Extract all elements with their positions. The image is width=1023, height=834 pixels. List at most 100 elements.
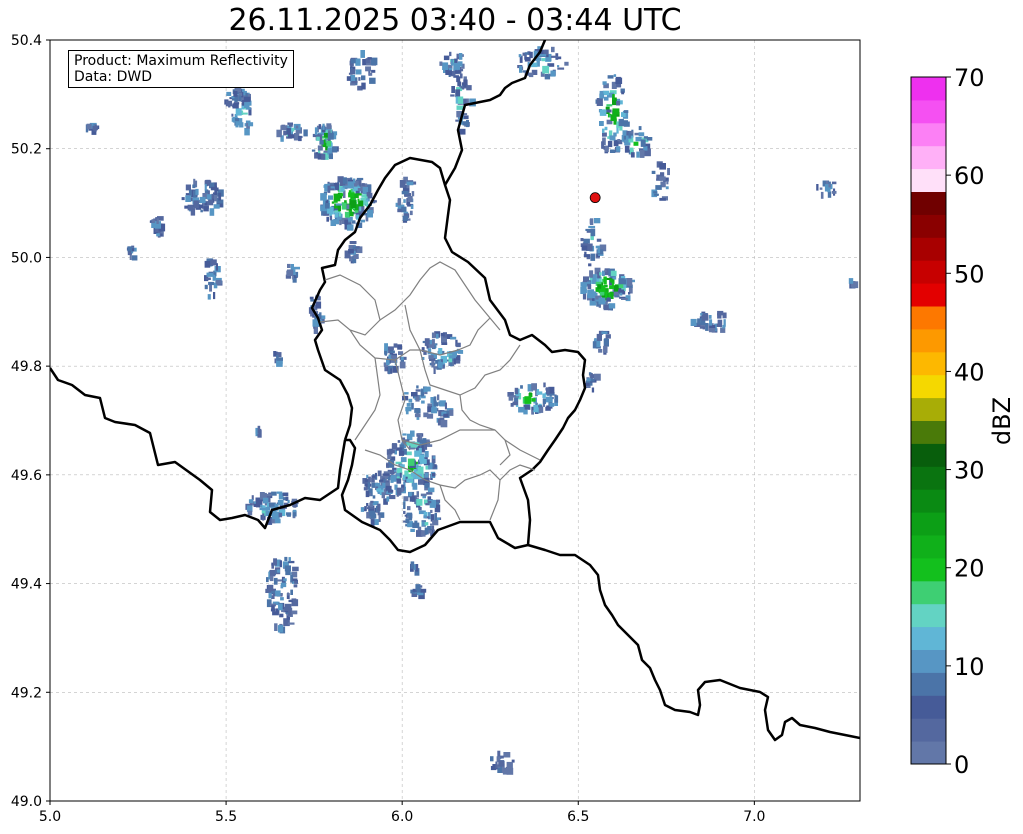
echo-pixel (410, 444, 418, 448)
echo-pixel (406, 451, 412, 456)
echo-pixel (341, 202, 348, 210)
echo-pixel (427, 487, 435, 493)
echo-pixel (278, 512, 283, 518)
echo-pixel (388, 495, 396, 500)
echo-pixel (283, 578, 287, 582)
echo-pixel (462, 121, 469, 126)
echo-pixel (348, 249, 354, 254)
echo-pixel (519, 66, 522, 73)
echo-pixel (717, 319, 723, 325)
colorbar-tick-label: 50 (954, 260, 985, 288)
echo-pixel (131, 255, 138, 261)
echo-pixel (204, 284, 208, 290)
echo-pixel (533, 404, 539, 413)
echo-pixel (357, 187, 362, 192)
echo-pixel (596, 333, 602, 341)
echo-pixel (623, 110, 629, 113)
echo-pixel (816, 184, 819, 191)
echo-pixel (451, 59, 454, 66)
echo-pixel (506, 761, 513, 770)
echo-pixel (547, 58, 552, 61)
echo-pixel (585, 228, 591, 231)
echo-pixel (342, 185, 349, 188)
echo-pixel (284, 556, 288, 562)
echo-pixel (368, 476, 371, 483)
echo-pixel (233, 91, 238, 97)
echo-pixel (543, 398, 546, 404)
echo-pixel (259, 507, 266, 511)
echo-pixel (592, 341, 597, 349)
echo-pixel (271, 511, 279, 520)
echo-pixel (587, 293, 593, 299)
echo-pixel (528, 72, 534, 78)
echo-pixel (208, 281, 215, 286)
echo-pixel (288, 134, 295, 139)
echo-pixel (269, 569, 276, 577)
echo-pixel (501, 766, 505, 774)
colorbar-tick-label: 40 (954, 358, 985, 386)
y-axis: 49.0 49.2 49.4 49.6 49.8 50.0 50.2 50.4 (11, 33, 50, 810)
echo-pixel (702, 313, 709, 317)
echo-pixel (397, 208, 402, 213)
echo-pixel (538, 405, 543, 408)
echo-pixel (697, 318, 701, 325)
echo-pixel (393, 343, 398, 348)
product-label: Product: Maximum Reflectivity (74, 53, 288, 69)
echo-pixel (215, 187, 219, 192)
echo-pixel (630, 152, 635, 158)
echo-pixel (276, 491, 283, 494)
echo-pixel (276, 579, 283, 582)
echo-pixel (318, 124, 322, 130)
echo-pixel (406, 512, 413, 516)
echo-pixel (456, 105, 464, 110)
colorbar-segment (911, 535, 946, 559)
echo-pixel (356, 193, 362, 196)
echo-pixel (402, 474, 406, 481)
echo-pixel (246, 107, 251, 110)
echo-pixel (420, 588, 427, 593)
colorbar-segment (911, 397, 946, 421)
echo-pixel (444, 402, 447, 410)
echo-pixel (233, 102, 240, 105)
echo-pixel (268, 592, 272, 599)
echo-pixel (407, 506, 411, 511)
echo-pixel (218, 192, 222, 201)
y-tick-label: 49.0 (11, 794, 42, 810)
colorbar-segment (911, 99, 946, 124)
echo-pixel (455, 89, 461, 98)
echo-pixel (490, 756, 494, 762)
echo-pixel (282, 492, 289, 497)
colorbar-segment (911, 374, 946, 399)
echo-pixel (390, 350, 395, 354)
echo-pixel (332, 146, 338, 153)
echo-pixel (278, 500, 284, 506)
colorbar-label: dBZ (988, 397, 1016, 445)
echo-pixel (618, 278, 625, 285)
echo-pixel (334, 210, 339, 213)
echo-pixel (418, 448, 422, 454)
echo-pixel (599, 109, 607, 116)
echo-pixel (590, 228, 596, 237)
echo-pixel (351, 81, 358, 84)
echo-pixel (386, 463, 390, 467)
echo-pixel (366, 507, 374, 510)
echo-pixel (344, 219, 349, 225)
y-tick-label: 49.4 (11, 577, 42, 593)
echo-pixel (607, 140, 613, 148)
echo-pixel (287, 622, 295, 625)
echo-pixel (326, 140, 332, 147)
echo-pixel (588, 263, 592, 267)
echo-pixel (580, 238, 584, 242)
y-tick-label: 50.4 (11, 33, 42, 49)
echo-pixel (206, 194, 212, 200)
echo-pixel (827, 191, 832, 198)
echo-pixel (430, 397, 434, 404)
echo-pixel (287, 269, 293, 273)
echo-pixel (317, 145, 323, 151)
echo-pixel (412, 522, 420, 528)
echo-pixel (580, 282, 587, 287)
echo-pixel (156, 233, 160, 237)
echo-pixel (431, 407, 438, 414)
echo-pixel (367, 192, 373, 199)
echo-pixel (391, 449, 395, 454)
